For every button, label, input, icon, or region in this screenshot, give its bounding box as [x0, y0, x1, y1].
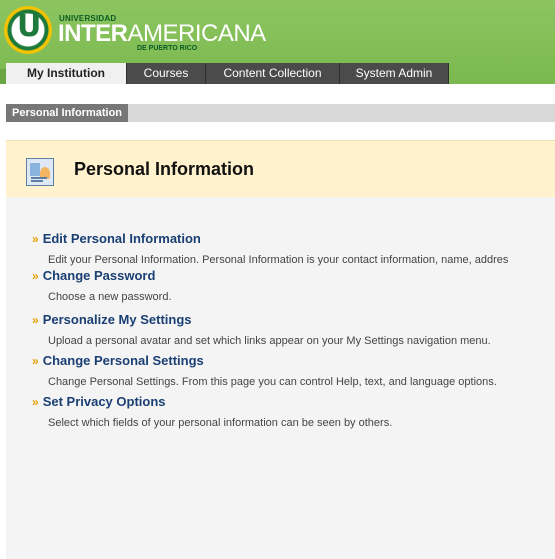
item-label: Personalize My Settings	[42, 312, 192, 327]
chevron-right-icon: »	[32, 269, 39, 283]
item-label: Change Password	[42, 268, 156, 283]
page-title: Personal Information	[74, 159, 255, 179]
set-privacy-options-link[interactable]: » Set Privacy Options	[32, 394, 166, 409]
personal-info-card-icon	[26, 158, 54, 186]
card-line	[31, 177, 47, 179]
logo-main-bold: INTER	[58, 20, 128, 47]
change-personal-settings-link[interactable]: » Change Personal Settings	[32, 353, 204, 368]
item-description: Upload a personal avatar and set which l…	[48, 335, 491, 347]
uipr-seal-icon: U	[4, 6, 52, 54]
chevron-right-icon: »	[32, 395, 39, 409]
item-label: Edit Personal Information	[42, 231, 201, 246]
card-shape	[30, 163, 40, 176]
page-header: Personal Information	[6, 140, 555, 198]
tab-content-collection[interactable]: Content Collection	[206, 63, 340, 84]
item-label: Set Privacy Options	[42, 394, 166, 409]
item-label: Change Personal Settings	[42, 353, 204, 368]
item-description: Choose a new password.	[48, 291, 172, 303]
tab-courses[interactable]: Courses	[127, 63, 206, 84]
seal-letter: U	[17, 9, 42, 44]
chevron-right-icon: »	[32, 313, 39, 327]
breadcrumb-current: Personal Information	[6, 104, 129, 122]
logo-main-text: INTERAMERICANA	[58, 20, 266, 48]
chevron-right-icon: »	[32, 354, 39, 368]
chevron-right-icon: »	[32, 232, 39, 246]
personalize-my-settings-link[interactable]: » Personalize My Settings	[32, 312, 192, 327]
edit-personal-information-link[interactable]: » Edit Personal Information	[32, 231, 201, 246]
options-list: » Edit Personal Information Edit your Per…	[6, 197, 555, 559]
university-logo[interactable]: U UNIVERSIDAD INTERAMERICANA DE PUERTO R…	[4, 6, 266, 60]
item-description: Edit your Personal Information. Personal…	[48, 254, 509, 266]
card-line	[31, 180, 43, 182]
logo-main-rest: AMERICANA	[127, 20, 267, 47]
tab-system-admin[interactable]: System Admin	[340, 63, 449, 84]
logo-sub-text: DE PUERTO RICO	[137, 45, 198, 52]
main-tabs: My Institution Courses Content Collectio…	[0, 63, 555, 85]
top-header: U UNIVERSIDAD INTERAMERICANA DE PUERTO R…	[0, 0, 555, 84]
tab-my-institution[interactable]: My Institution	[6, 63, 127, 84]
item-description: Select which fields of your personal inf…	[48, 417, 393, 429]
item-description: Change Personal Settings. From this page…	[48, 376, 497, 388]
change-password-link[interactable]: » Change Password	[32, 268, 155, 283]
breadcrumb: Personal Information	[6, 104, 555, 122]
